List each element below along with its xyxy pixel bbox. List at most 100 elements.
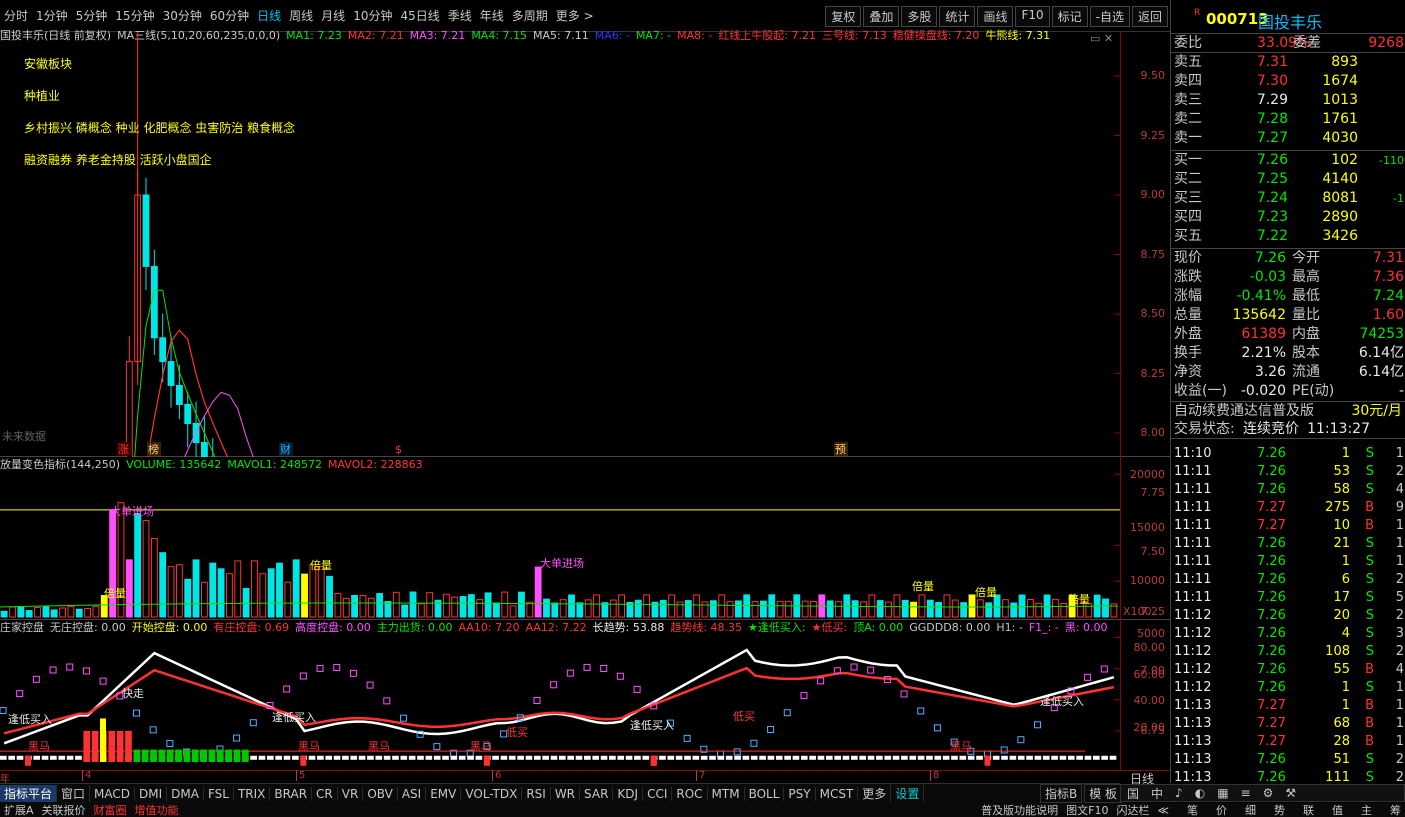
template-button[interactable]: 模 板 bbox=[1084, 783, 1123, 803]
period-tab[interactable]: 分时 bbox=[0, 0, 32, 32]
period-tab[interactable]: 多周期 bbox=[508, 0, 552, 32]
indicator-tab[interactable]: DMI bbox=[135, 786, 168, 801]
status-right-item[interactable]: 普及版功能说明 bbox=[977, 802, 1062, 817]
indicator-tab[interactable]: MACD bbox=[90, 786, 136, 801]
indicator-tab[interactable]: TRIX bbox=[234, 786, 271, 801]
period-tab[interactable]: 10分钟 bbox=[349, 0, 396, 32]
status-left-item[interactable]: 扩展A bbox=[0, 802, 38, 817]
tool-button[interactable]: 统计 bbox=[939, 6, 976, 27]
sell-price[interactable]: 7.28 bbox=[1257, 110, 1288, 129]
indicator-tab[interactable]: VOL-TDX bbox=[461, 786, 523, 801]
status-right-item[interactable]: 联 bbox=[1299, 802, 1318, 817]
concept-tag[interactable]: 安徽板块 bbox=[24, 48, 295, 80]
tool-button[interactable]: 画线 bbox=[977, 6, 1014, 27]
tool-icon[interactable]: ⚙ bbox=[1263, 786, 1274, 800]
status-right-item[interactable]: 势 bbox=[1270, 802, 1289, 817]
tool-icon[interactable]: ⚒ bbox=[1285, 786, 1296, 800]
concept-tag[interactable]: 乡村振兴 磷概念 种业 化肥概念 虫害防治 粮食概念 bbox=[24, 112, 295, 144]
event-marker[interactable]: 财 bbox=[280, 442, 291, 456]
period-tab[interactable]: 60分钟 bbox=[206, 0, 253, 32]
period-tab[interactable]: 15分钟 bbox=[111, 0, 158, 32]
indicator-tab[interactable]: 窗口 bbox=[57, 785, 91, 802]
indicator-tab[interactable]: DMA bbox=[167, 786, 204, 801]
stock-name[interactable]: 国投丰乐 bbox=[1258, 9, 1322, 33]
indicator-tab[interactable]: CCI bbox=[643, 786, 673, 801]
event-marker[interactable]: 预 bbox=[835, 443, 846, 456]
status-right-item[interactable]: ≪ bbox=[1153, 804, 1173, 817]
volume-chart[interactable]: 大单进场倍量倍量 大单进场倍量 倍量倍量 bbox=[0, 457, 1125, 620]
period-tab[interactable]: 月线 bbox=[317, 0, 349, 32]
period-tab[interactable]: 1分钟 bbox=[32, 0, 72, 32]
tool-button[interactable]: 叠加 bbox=[863, 6, 900, 27]
status-right-item[interactable]: 图文F10 bbox=[1062, 802, 1112, 817]
status-right-item[interactable]: 价 bbox=[1212, 802, 1231, 817]
event-marker[interactable]: $ bbox=[395, 443, 402, 456]
tool-button[interactable]: F10 bbox=[1015, 6, 1050, 27]
tool-icon[interactable]: ▦ bbox=[1217, 786, 1228, 800]
indicator-tab[interactable]: WR bbox=[551, 786, 581, 801]
buy-price[interactable]: 7.26 bbox=[1257, 151, 1288, 170]
tool-icon[interactable]: 中 bbox=[1151, 785, 1163, 802]
tool-button[interactable]: -自选 bbox=[1089, 6, 1130, 27]
sell-price[interactable]: 7.30 bbox=[1257, 72, 1288, 91]
indicator-tab[interactable]: RSI bbox=[522, 786, 551, 801]
indicator-tab[interactable]: MTM bbox=[708, 786, 745, 801]
indicator-tab[interactable]: PSY bbox=[784, 786, 816, 801]
tool-icon[interactable]: ◐ bbox=[1195, 786, 1205, 800]
tool-button[interactable]: 返回 bbox=[1131, 6, 1168, 27]
status-right-item[interactable]: 筹 bbox=[1386, 802, 1405, 817]
sell-price[interactable]: 7.27 bbox=[1257, 129, 1288, 148]
indicator-tab[interactable]: OBV bbox=[363, 786, 398, 801]
indicator-tab[interactable]: MCST bbox=[816, 786, 859, 801]
buy-price[interactable]: 7.24 bbox=[1257, 189, 1288, 208]
indicator-tab[interactable]: BRAR bbox=[270, 786, 313, 801]
indicator-tab[interactable]: ASI bbox=[398, 786, 427, 801]
event-marker[interactable]: 榜 bbox=[148, 442, 159, 456]
indicator-tab[interactable]: 指标平台 bbox=[0, 785, 58, 802]
buy-price[interactable]: 7.22 bbox=[1257, 227, 1288, 246]
tool-icon[interactable]: ≡ bbox=[1241, 786, 1251, 800]
indicator-tab[interactable]: KDJ bbox=[613, 786, 644, 801]
concept-tag[interactable]: 种植业 bbox=[24, 80, 295, 112]
status-left-item[interactable]: 关联报价 bbox=[38, 802, 90, 817]
period-tab[interactable]: 45日线 bbox=[396, 0, 443, 32]
sell-price[interactable]: 7.31 bbox=[1257, 53, 1288, 72]
buy-price[interactable]: 7.25 bbox=[1257, 170, 1288, 189]
tool-button[interactable]: 复权 bbox=[825, 6, 862, 27]
period-tab[interactable]: 日线 bbox=[253, 0, 285, 32]
event-marker[interactable]: 涨 bbox=[118, 443, 129, 456]
ad-price[interactable]: 30元/月 bbox=[1351, 402, 1402, 421]
indicator-tab[interactable]: EMV bbox=[426, 786, 462, 801]
period-tab[interactable]: 季线 bbox=[444, 0, 476, 32]
buy-price[interactable]: 7.23 bbox=[1257, 208, 1288, 227]
period-tab[interactable]: 年线 bbox=[476, 0, 508, 32]
status-left-item[interactable]: 财富圈 bbox=[90, 802, 131, 817]
tool-icon[interactable]: 国 bbox=[1127, 785, 1139, 802]
concept-tag[interactable]: 融资融券 养老金持股 活跃小盘国企 bbox=[24, 144, 295, 176]
status-right-item[interactable]: 闪达栏 bbox=[1112, 802, 1153, 817]
status-right-item[interactable]: 主 bbox=[1357, 802, 1376, 817]
template-button[interactable]: 指标B bbox=[1040, 783, 1083, 803]
indicator-tab[interactable]: BOLL bbox=[745, 786, 785, 801]
indicator-tab[interactable]: FSL bbox=[204, 786, 234, 801]
status-left-item[interactable]: 增值功能 bbox=[131, 802, 183, 817]
status-right-item[interactable]: 笔 bbox=[1183, 802, 1202, 817]
period-tab[interactable]: 30分钟 bbox=[159, 0, 206, 32]
period-tab[interactable]: 5分钟 bbox=[72, 0, 112, 32]
status-right-item[interactable]: 细 bbox=[1241, 802, 1260, 817]
indicator-tab[interactable]: SAR bbox=[580, 786, 614, 801]
tool-button[interactable]: 多股 bbox=[901, 6, 938, 27]
tool-button[interactable]: 标记 bbox=[1051, 6, 1088, 27]
indicator-tab[interactable]: VR bbox=[338, 786, 364, 801]
period-tab[interactable]: 更多 > bbox=[552, 0, 598, 32]
tool-icon[interactable]: ♪ bbox=[1175, 786, 1183, 800]
indicator-chart[interactable]: 逢低买入快走逢低买入低买逢低买入低买逢低买入黑马 黑马 黑马 黑马 黑马 bbox=[0, 620, 1125, 770]
ad-text[interactable]: 自动续费通达信普及版 bbox=[1174, 402, 1314, 421]
indicator-tab[interactable]: 设置 bbox=[891, 785, 925, 802]
period-tab[interactable]: 周线 bbox=[285, 0, 317, 32]
status-right-item[interactable]: 值 bbox=[1328, 802, 1347, 817]
sell-price[interactable]: 7.29 bbox=[1257, 91, 1288, 110]
indicator-tab[interactable]: CR bbox=[312, 786, 338, 801]
indicator-tab[interactable]: ROC bbox=[672, 786, 708, 801]
indicator-tab[interactable]: 更多 bbox=[858, 785, 892, 802]
